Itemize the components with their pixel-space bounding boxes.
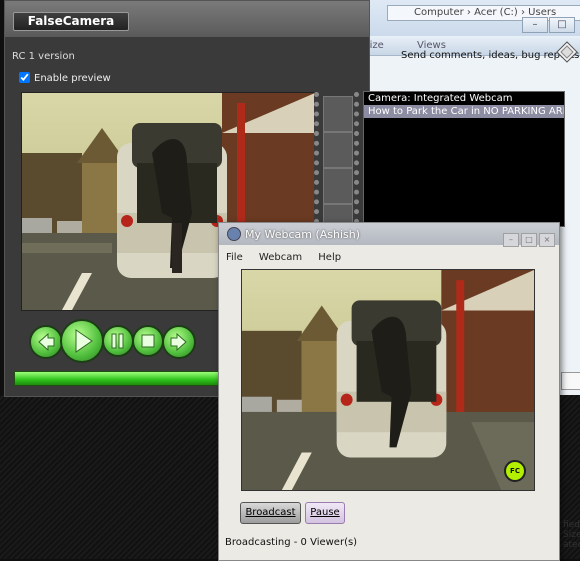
falsecamera-titlebar[interactable]: FalseCamera <box>5 1 369 37</box>
pause-icon <box>111 333 124 349</box>
maximize-icon[interactable]: □ <box>521 233 537 247</box>
mywebcam-window: My Webcam (Ashish) – □ × File Webcam Help <box>218 222 560 561</box>
film-frame <box>323 132 353 168</box>
falsecamera-badge-icon: FC <box>504 460 526 482</box>
source-list: Camera: Integrated Webcam How to Park th… <box>363 91 565 227</box>
mywebcam-window-controls: – □ × <box>501 227 555 247</box>
side-panel-box <box>561 372 580 390</box>
webcam-app-icon <box>227 227 241 241</box>
street-scene-image <box>242 270 534 490</box>
window-title: My Webcam (Ashish) <box>245 228 361 241</box>
enable-preview-row: Enable preview <box>19 72 111 84</box>
back-icon <box>38 332 55 352</box>
play-icon <box>75 329 93 353</box>
play-button[interactable] <box>60 319 104 363</box>
minimize-icon[interactable]: – <box>522 17 548 33</box>
menu-file[interactable]: File <box>226 252 243 263</box>
webcam-video: FC <box>241 269 535 491</box>
enable-preview-checkbox[interactable] <box>19 72 30 83</box>
app-title: FalseCamera <box>13 12 129 31</box>
progress-bar[interactable] <box>14 371 221 386</box>
close-icon[interactable]: × <box>539 233 555 247</box>
version-label: RC 1 version <box>12 51 75 62</box>
stop-button[interactable] <box>132 325 164 357</box>
stop-icon <box>141 334 155 348</box>
menu-bar: File Webcam Help <box>226 252 354 263</box>
menu-help[interactable]: Help <box>318 252 341 263</box>
pause-broadcast-button[interactable]: Pause <box>305 502 345 524</box>
enable-preview-label: Enable preview <box>34 73 111 84</box>
send-feedback-link[interactable]: Send comments, ideas, bug reports <box>401 50 579 61</box>
feedback-icon[interactable] <box>555 40 579 64</box>
maximize-icon[interactable]: □ <box>549 17 575 33</box>
status-text: Broadcasting - 0 Viewer(s) <box>225 537 358 548</box>
mywebcam-titlebar[interactable]: My Webcam (Ashish) – □ × <box>219 223 559 247</box>
list-item-selected[interactable]: How to Park the Car in NO PARKING ARE... <box>364 105 564 118</box>
broadcast-button[interactable]: Broadcast <box>240 502 301 524</box>
film-frame <box>323 168 353 204</box>
menu-webcam[interactable]: Webcam <box>259 252 302 263</box>
minimize-icon[interactable]: – <box>503 233 519 247</box>
film-frame <box>323 96 353 132</box>
explorer-window-controls: – □ <box>521 12 575 33</box>
back-button[interactable] <box>29 325 63 359</box>
pause-button[interactable] <box>102 325 134 357</box>
forward-icon <box>170 332 187 352</box>
side-text: fiedSizeated <box>563 520 580 550</box>
forward-button[interactable] <box>162 325 196 359</box>
list-item[interactable]: Camera: Integrated Webcam <box>364 92 564 105</box>
